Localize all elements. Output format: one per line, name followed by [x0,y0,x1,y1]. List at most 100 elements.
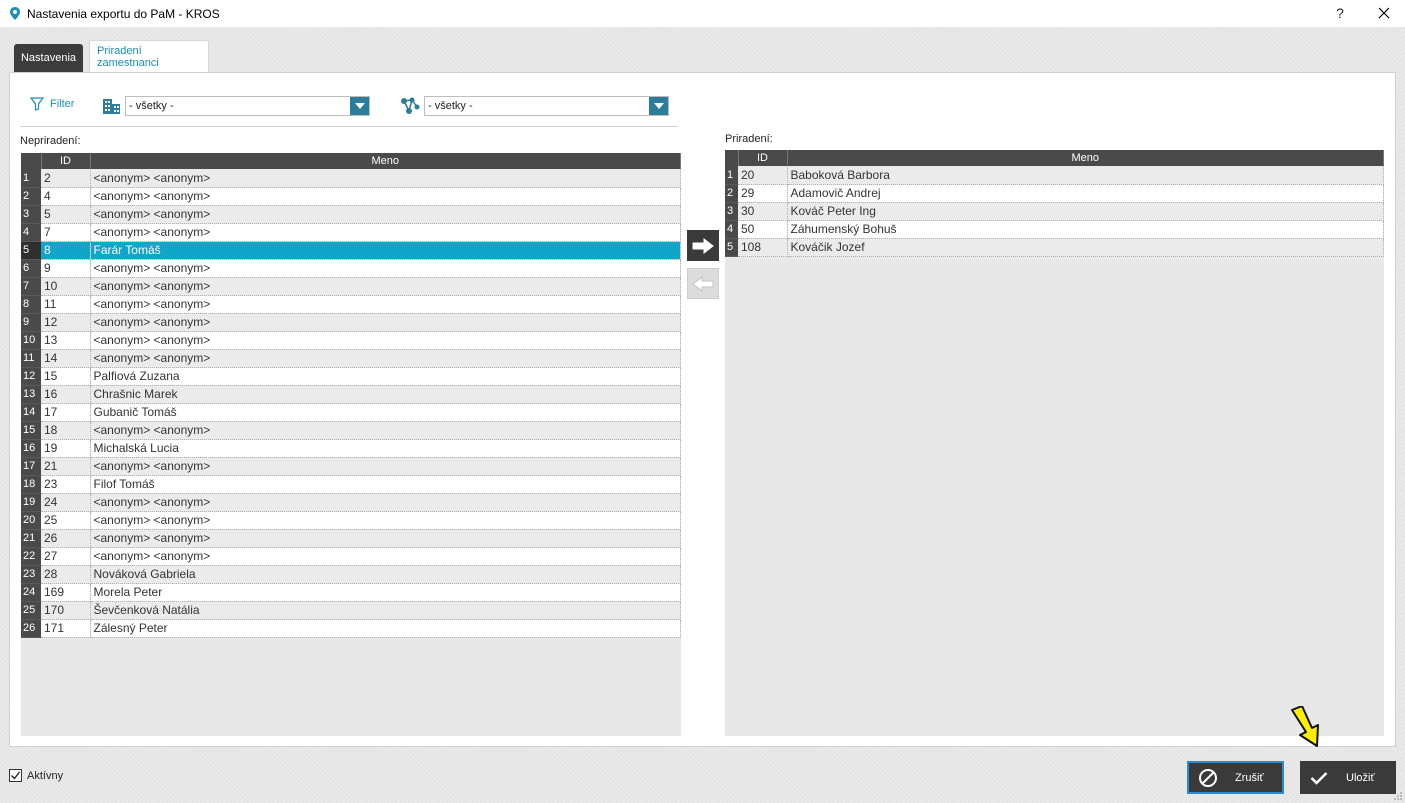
filter-label: Filter [50,98,75,110]
row-number-cell: 4 [21,223,41,242]
table-row[interactable]: 11 14 <anonym> <anonym> [21,349,681,368]
id-cell: 171 [41,619,91,638]
table-row[interactable]: 12 15 Palfiová Zuzana [21,367,681,386]
id-cell: 13 [41,331,91,350]
column-header-name[interactable]: Meno [90,153,681,169]
table-row[interactable]: 4 7 <anonym> <anonym> [21,223,681,242]
table-row[interactable]: 1 2 <anonym> <anonym> [21,169,681,188]
checkmark-icon [1308,771,1330,785]
name-cell: Adamovič Andrej [787,184,1384,203]
id-cell: 8 [41,241,91,260]
name-cell: <anonym> <anonym> [90,421,681,440]
id-cell: 28 [41,565,91,584]
name-cell: <anonym> <anonym> [90,223,681,242]
table-row[interactable]: 3 30 Kováč Peter Ing [725,202,1384,221]
table-row[interactable]: 5 8 Farár Tomáš [21,241,681,260]
chevron-down-icon[interactable] [350,97,369,115]
tab-nastavenia[interactable]: Nastavenia [14,44,83,72]
unassign-button[interactable] [687,268,719,299]
id-cell: 16 [41,385,91,404]
arrow-left-icon [692,275,714,292]
id-cell: 108 [738,238,788,257]
table-row[interactable]: 26 171 Zálesný Peter [21,619,681,638]
help-button[interactable]: ? [1333,5,1347,21]
cancel-circle-icon [1197,768,1219,788]
table-row[interactable]: 17 21 <anonym> <anonym> [21,457,681,476]
row-number-cell: 20 [21,511,41,530]
resize-grip-icon[interactable] [1393,791,1403,801]
unassigned-grid[interactable]: ID Meno 1 2 <anonym> <anonym> 2 4 <anonym> <a… [21,153,681,736]
table-row[interactable]: 1 20 Baboková Barbora [725,166,1384,185]
table-row[interactable]: 20 25 <anonym> <anonym> [21,511,681,530]
id-cell: 17 [41,403,91,422]
table-row[interactable]: 10 13 <anonym> <anonym> [21,331,681,350]
department-combo-value: - všetky - [428,100,473,112]
structure-icon [400,96,420,116]
row-number-cell: 2 [725,184,738,203]
table-row[interactable]: 4 50 Záhumenský Bohuš [725,220,1384,239]
column-header-name[interactable]: Meno [787,150,1384,166]
row-number-cell: 12 [21,367,41,386]
row-number-cell: 1 [725,166,738,185]
column-header-id[interactable]: ID [738,150,788,166]
table-row[interactable]: 9 12 <anonym> <anonym> [21,313,681,332]
close-icon[interactable] [1376,5,1392,21]
name-cell: <anonym> <anonym> [90,493,681,512]
id-cell: 15 [41,367,91,386]
row-number-cell: 5 [725,238,738,257]
name-cell: <anonym> <anonym> [90,313,681,332]
table-row[interactable]: 19 24 <anonym> <anonym> [21,493,681,512]
active-checkbox[interactable]: Aktívny [9,769,63,782]
row-number-cell: 6 [21,259,41,278]
checkmark-icon [11,771,21,780]
filter-button[interactable]: Filter [30,97,74,111]
row-number-header [725,150,739,166]
row-number-cell: 2 [21,187,41,206]
table-row[interactable]: 6 9 <anonym> <anonym> [21,259,681,278]
table-row[interactable]: 21 26 <anonym> <anonym> [21,529,681,548]
table-row[interactable]: 2 4 <anonym> <anonym> [21,187,681,206]
id-cell: 24 [41,493,91,512]
table-row[interactable]: 3 5 <anonym> <anonym> [21,205,681,224]
cancel-button[interactable]: Zrušiť [1187,761,1284,794]
tab-priradeni-zamestnanci[interactable]: Priradení zamestnanci [89,40,209,72]
table-row[interactable]: 24 169 Morela Peter [21,583,681,602]
table-row[interactable]: 8 11 <anonym> <anonym> [21,295,681,314]
assign-button[interactable] [687,230,719,261]
table-row[interactable]: 25 170 Ševčenková Natália [21,601,681,620]
name-cell: <anonym> <anonym> [90,547,681,566]
table-row[interactable]: 14 17 Gubanič Tomáš [21,403,681,422]
id-cell: 170 [41,601,91,620]
checkbox-box[interactable] [9,769,22,782]
column-header-id[interactable]: ID [41,153,91,169]
building-icon [102,96,122,116]
table-row[interactable]: 18 23 Filof Tomáš [21,475,681,494]
table-row[interactable]: 2 29 Adamovič Andrej [725,184,1384,203]
table-row[interactable]: 7 10 <anonym> <anonym> [21,277,681,296]
table-row[interactable]: 23 28 Nováková Gabriela [21,565,681,584]
id-cell: 25 [41,511,91,530]
table-row[interactable]: 13 16 Chrašnic Marek [21,385,681,404]
id-cell: 169 [41,583,91,602]
assigned-grid[interactable]: ID Meno 1 20 Baboková Barbora 2 29 Adamovič A… [725,150,1384,736]
row-number-cell: 8 [21,295,41,314]
department-combo[interactable]: - všetky - [424,96,669,116]
row-number-cell: 1 [21,169,41,188]
table-row[interactable]: 15 18 <anonym> <anonym> [21,421,681,440]
table-row[interactable]: 5 108 Kováčik Jozef [725,238,1384,257]
table-row[interactable]: 16 19 Michalská Lucia [21,439,681,458]
id-cell: 4 [41,187,91,206]
row-number-cell: 21 [21,529,41,548]
save-button[interactable]: Uložiť [1300,761,1396,794]
row-number-cell: 26 [21,619,41,638]
id-cell: 12 [41,313,91,332]
name-cell: <anonym> <anonym> [90,205,681,224]
window-title: Nastavenia exportu do PaM - KROS [27,6,220,21]
id-cell: 30 [738,202,788,221]
name-cell: <anonym> <anonym> [90,277,681,296]
table-row[interactable]: 22 27 <anonym> <anonym> [21,547,681,566]
row-number-cell: 17 [21,457,41,476]
company-combo[interactable]: - všetky - [125,96,370,116]
arrow-right-icon [692,237,714,254]
chevron-down-icon[interactable] [649,97,668,115]
